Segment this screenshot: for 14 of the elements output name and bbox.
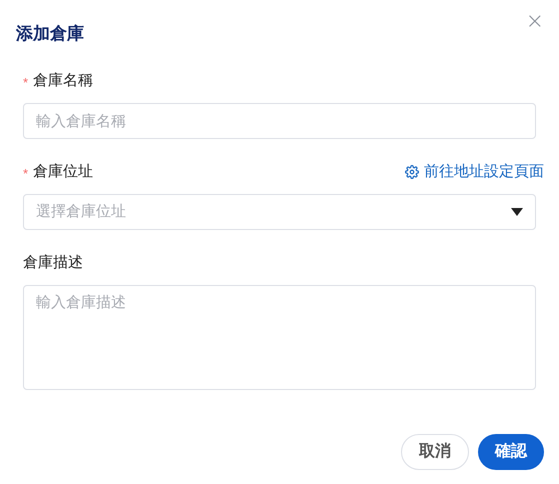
dialog-title: 添加倉庫 [16,23,84,45]
settings-icon [405,165,419,179]
caret-icon [511,208,523,216]
required-mark: * [23,164,28,180]
confirm-button[interactable]: 確認 [478,434,544,470]
text-area[interactable]: 輸入倉庫描述 [23,285,536,390]
cancel-button[interactable]: 取消 [401,434,469,470]
close-button[interactable]: × [526,12,544,32]
field-label: 倉庫位址 [33,162,94,182]
required-mark: * [23,74,28,90]
field-label: 倉庫描述 [23,252,83,273]
field-label: 倉庫名稱 [33,70,94,91]
input-field[interactable]: 輸入倉庫名稱 [23,103,536,139]
settings-link[interactable]: 前往地址設定頁面 [405,160,544,184]
